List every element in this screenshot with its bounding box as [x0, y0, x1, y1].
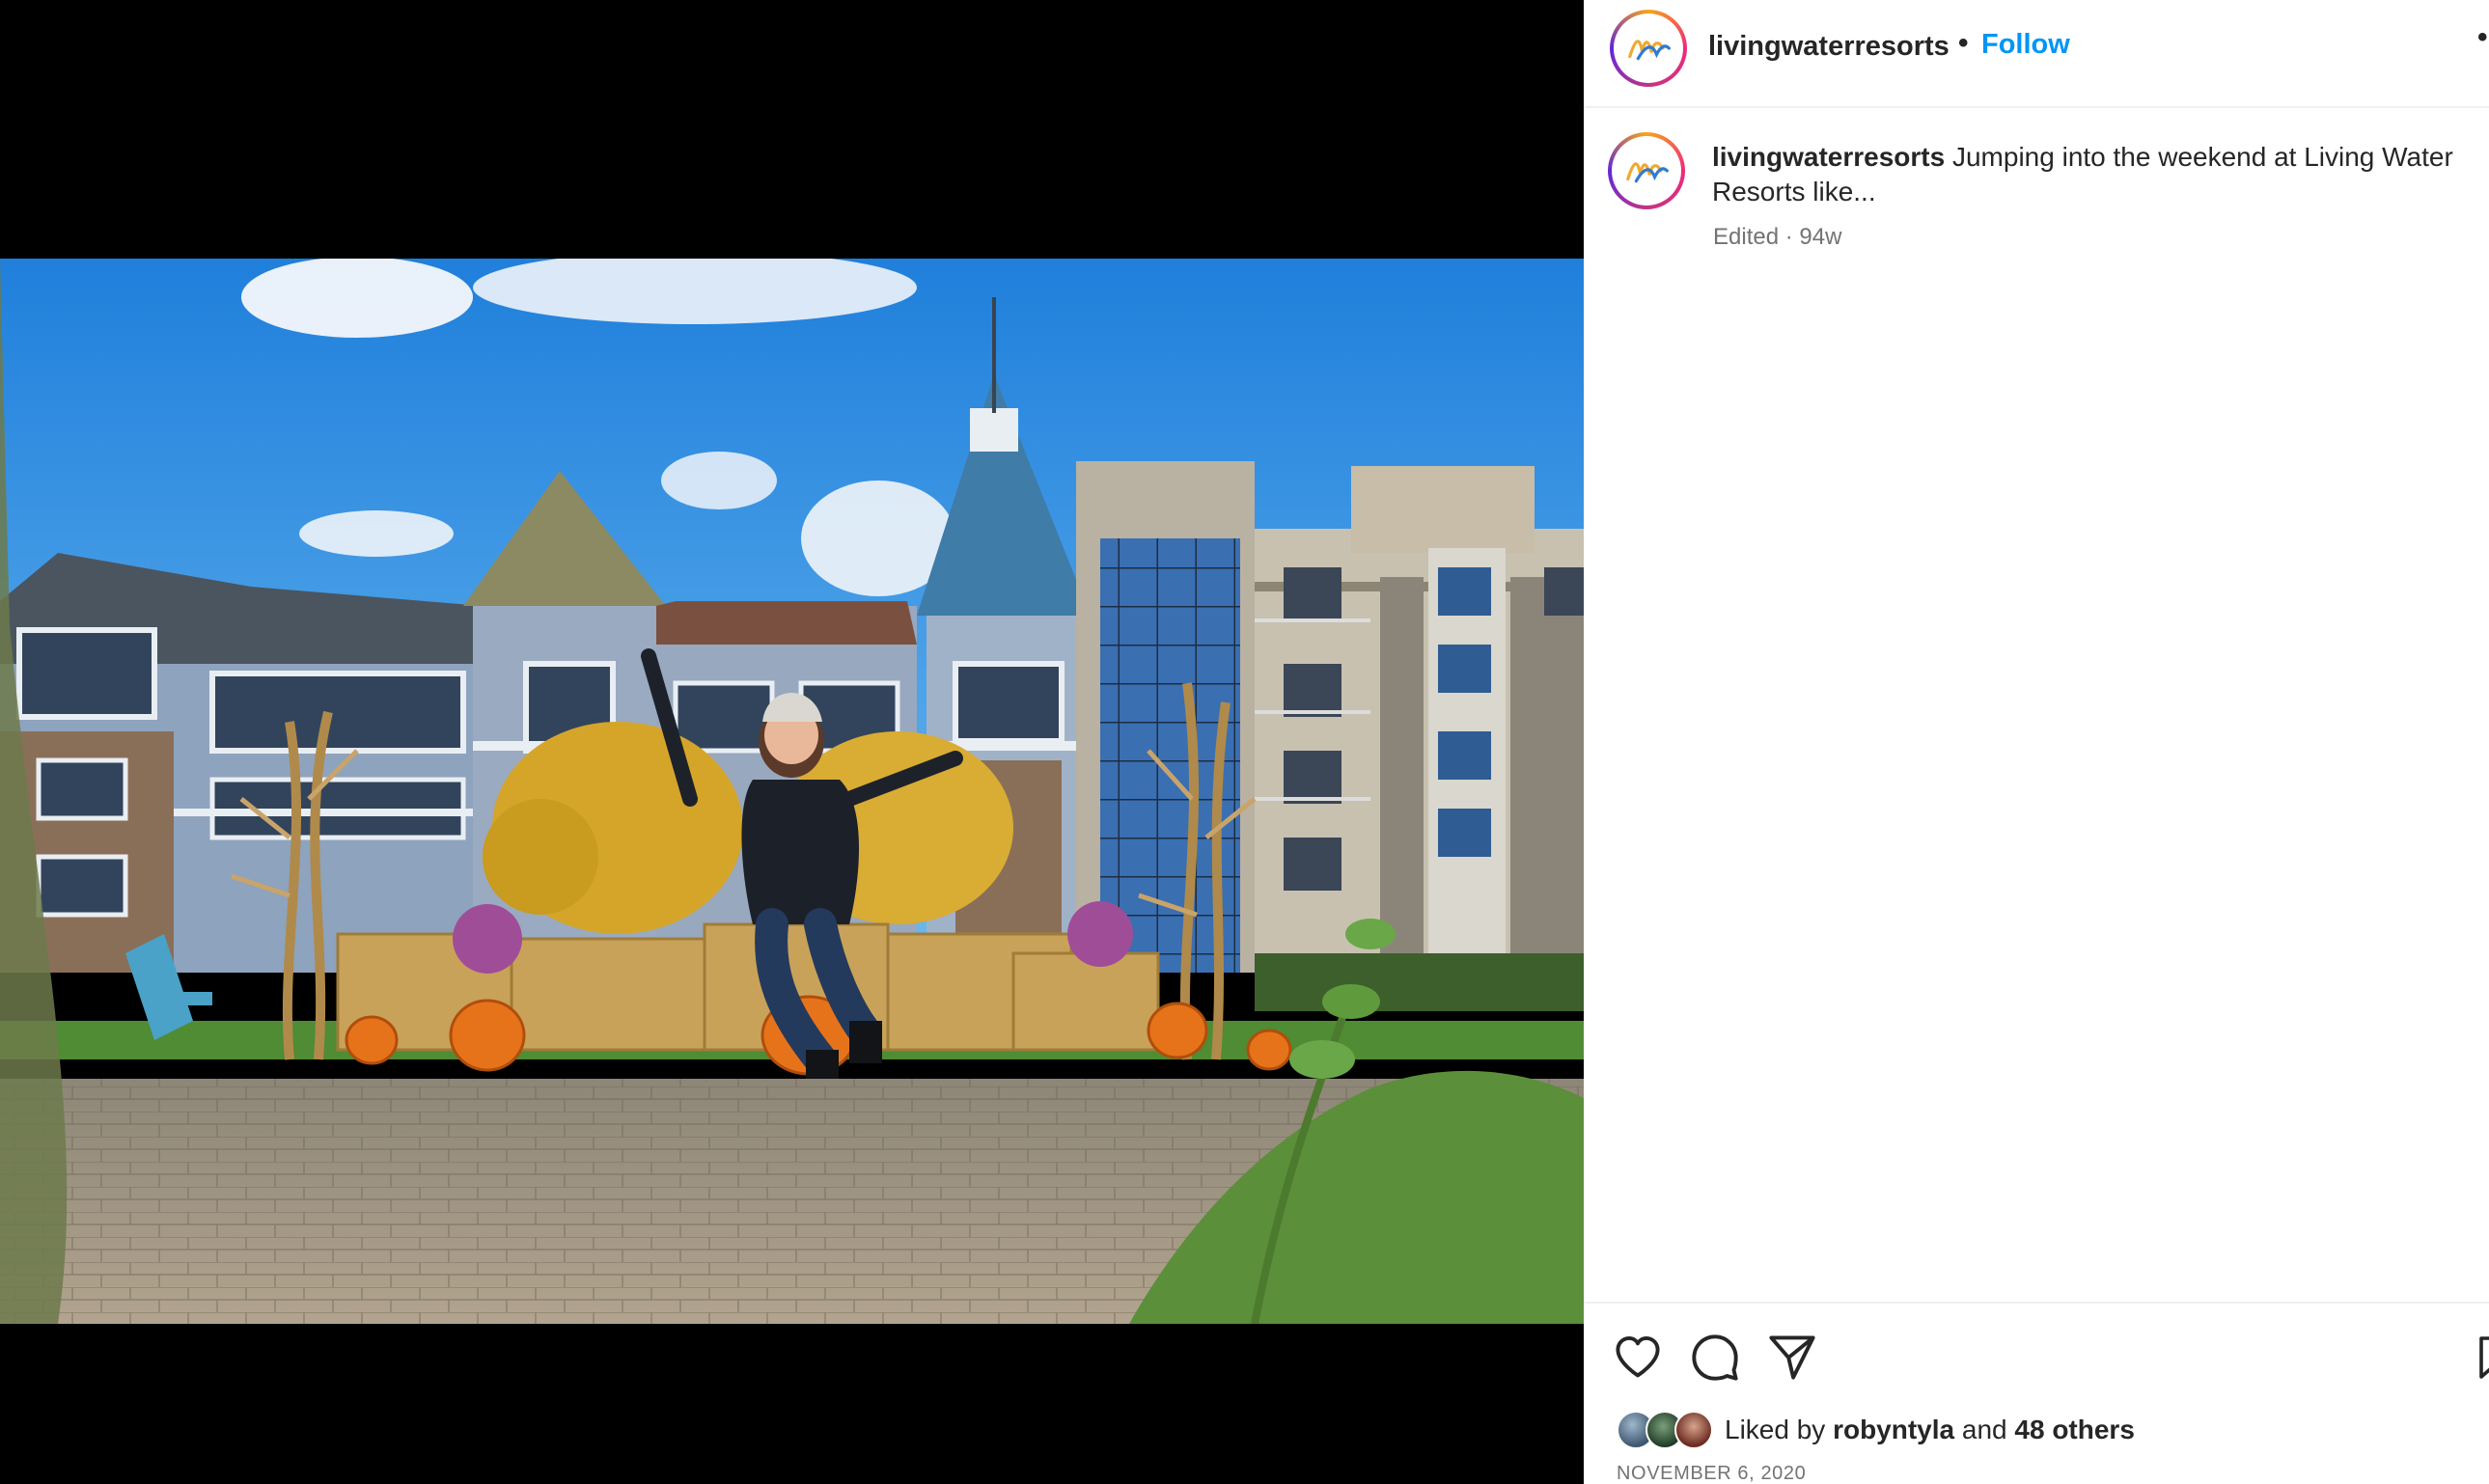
- follow-button[interactable]: Follow: [1981, 29, 2070, 61]
- likes-others-link[interactable]: 48 others: [2014, 1415, 2135, 1444]
- more-options-icon[interactable]: •: [2477, 21, 2488, 54]
- avatar[interactable]: [1674, 1411, 1713, 1449]
- liker-username-link[interactable]: robyntyla: [1833, 1415, 1954, 1444]
- comment-bubble-icon[interactable]: [1690, 1333, 1740, 1383]
- post-action-bar: Liked by robyntyla and 48 others NOVEMBE…: [1584, 1302, 2489, 1484]
- post-header: livingwaterresorts • Follow •: [1584, 0, 2489, 108]
- profile-avatar[interactable]: [1610, 10, 1687, 87]
- post-photo[interactable]: [0, 259, 1584, 1324]
- post-info-pane: livingwaterresorts • Follow • livingwate…: [1584, 0, 2489, 1484]
- likes-text: Liked by robyntyla and 48 others: [1725, 1415, 2135, 1445]
- paper-plane-icon[interactable]: [1767, 1333, 1817, 1383]
- caption-avatar[interactable]: [1608, 132, 1685, 209]
- bookmark-icon[interactable]: [2477, 1333, 2489, 1383]
- header-separator: •: [1958, 27, 1969, 59]
- likes-summary: Liked by robyntyla and 48 others: [1617, 1408, 2135, 1452]
- liker-avatars: [1617, 1411, 1723, 1449]
- likes-conjunction: and: [1961, 1415, 2007, 1444]
- caption-username-link[interactable]: livingwaterresorts: [1712, 142, 1945, 172]
- heart-icon[interactable]: [1613, 1333, 1663, 1383]
- likes-prefix: Liked by: [1725, 1415, 1826, 1444]
- caption-timestamp: Edited · 94w: [1713, 224, 1842, 250]
- post-media-pane: [0, 0, 1584, 1484]
- header-username-link[interactable]: livingwaterresorts: [1708, 31, 1950, 63]
- post-date[interactable]: NOVEMBER 6, 2020: [1617, 1463, 1806, 1484]
- post-caption: livingwaterresorts Jumping into the week…: [1712, 140, 2484, 209]
- brand-logo-icon: [1618, 17, 1679, 79]
- brand-logo-icon: [1616, 140, 1677, 202]
